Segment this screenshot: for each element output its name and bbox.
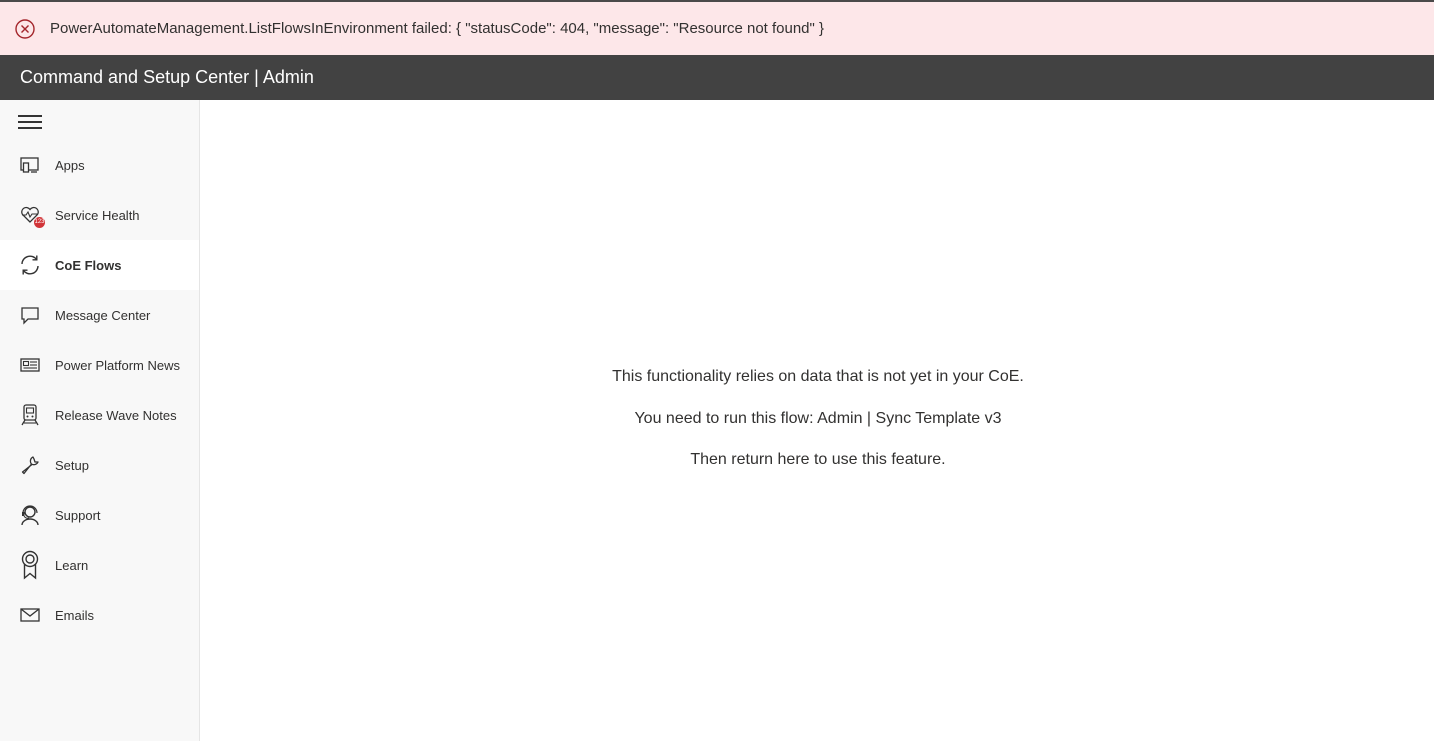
heart-pulse-icon: 123 [18, 203, 45, 228]
sidebar-item-apps[interactable]: Apps [0, 140, 199, 190]
sidebar-item-service-health[interactable]: 123 Service Health [0, 190, 199, 240]
error-circle-icon [14, 18, 36, 40]
hamburger-icon[interactable] [18, 114, 43, 130]
apps-icon [18, 153, 42, 177]
sidebar-item-label: Learn [55, 557, 89, 573]
sidebar-item-learn[interactable]: Learn [0, 540, 199, 590]
app-title: Command and Setup Center | Admin [20, 67, 314, 87]
mail-icon [18, 603, 42, 627]
sidebar-item-emails[interactable]: Emails [0, 590, 199, 640]
sync-icon [18, 253, 42, 277]
sidebar-item-label: Message Center [55, 307, 151, 323]
sidebar-item-label: CoE Flows [55, 257, 122, 273]
notice-line: Then return here to use this feature. [690, 451, 946, 468]
error-message: PowerAutomateManagement.ListFlowsInEnvir… [50, 20, 825, 37]
app-header: Command and Setup Center | Admin [0, 55, 1434, 100]
notice-line: This functionality relies on data that i… [612, 368, 1024, 385]
sidebar-item-label: Apps [55, 157, 85, 173]
chat-bubble-icon [18, 303, 42, 327]
sidebar-item-message-center[interactable]: Message Center [0, 290, 199, 340]
sidebar-item-coe-flows[interactable]: CoE Flows [0, 240, 199, 290]
main-content: This functionality relies on data that i… [201, 100, 1434, 741]
notice-line: You need to run this flow: Admin | Sync … [634, 410, 1002, 427]
wrench-icon [18, 453, 42, 477]
sidebar-item-label: Service Health [55, 207, 140, 223]
error-banner: PowerAutomateManagement.ListFlowsInEnvir… [0, 2, 1434, 55]
sidebar-item-support[interactable]: Support [0, 490, 199, 540]
headset-icon [18, 503, 42, 527]
service-health-badge: 123 [34, 217, 45, 228]
sidebar-nav: Apps 123 Service Health CoE Flows Messag… [0, 140, 199, 640]
sidebar-item-label: Emails [55, 607, 95, 623]
ribbon-icon [18, 550, 42, 580]
train-icon [18, 403, 42, 427]
sidebar-item-label: Support [55, 507, 101, 523]
news-icon [18, 353, 42, 377]
